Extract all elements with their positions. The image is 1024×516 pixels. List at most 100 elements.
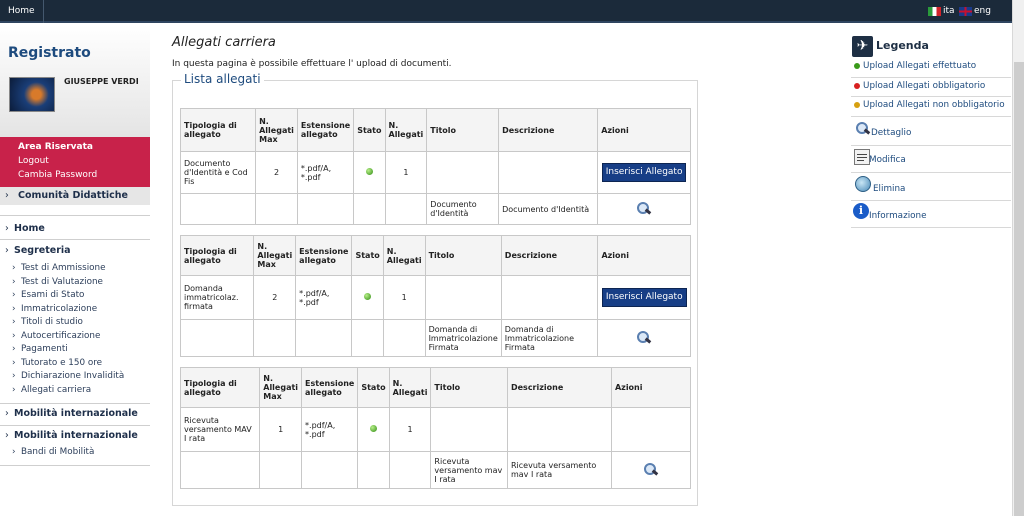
edit-icon	[854, 149, 870, 165]
header-n-allegati: N. Allegati	[382, 235, 426, 276]
header-n-max: N. Allegati Max	[255, 108, 298, 152]
lang-en-label: eng	[974, 6, 991, 16]
table-row-attachment: Domanda di Immatricolazione Firmata Doma…	[179, 319, 691, 357]
magnifier-icon[interactable]	[636, 331, 652, 343]
table-header-row: Tipologia di allegato N. Allegati Max Es…	[179, 367, 692, 408]
legend-title: Legenda	[876, 39, 929, 52]
status-red-icon	[854, 83, 860, 89]
divider	[0, 425, 150, 426]
attachment-descrizione: Ricevuta versamento mav I rata	[506, 451, 612, 489]
sidebar-sub-tutorato[interactable]: › Tutorato e 150 ore	[12, 358, 102, 368]
cell-titolo	[426, 151, 500, 194]
cell-descrizione	[500, 275, 599, 320]
table-row: Domanda immatricolaz. firmata 2 *.pdf/A,…	[179, 275, 691, 320]
lang-it-label: ita	[943, 6, 955, 16]
chevron-right-icon: ›	[5, 430, 9, 441]
cell-n-allegati: 1	[388, 407, 432, 452]
top-bar: Home ita eng	[0, 0, 1012, 23]
cell-n-max: 1	[259, 407, 303, 452]
sidebar-item-comunita[interactable]: › Comunità Didattiche	[0, 187, 150, 205]
magnifier-icon[interactable]	[643, 463, 659, 475]
table-header-row: Tipologia di allegato N. Allegati Max Es…	[179, 235, 691, 276]
cell-n-max: 2	[255, 151, 298, 194]
sidebar-sub-titoli-studio[interactable]: › Titoli di studio	[12, 317, 83, 327]
sidebar-sub-autocertificazione[interactable]: › Autocertificazione	[12, 331, 100, 341]
legend-item-obbligatorio: Upload Allegati obbligatorio	[851, 78, 1011, 97]
header-descrizione: Descrizione	[500, 235, 599, 276]
area-riservata-header[interactable]: Area Riservata	[18, 142, 93, 152]
header-n-allegati: N. Allegati	[384, 108, 428, 152]
header-titolo: Titolo	[426, 108, 500, 152]
header-estensione: Estensione allegato	[296, 108, 355, 152]
status-green-icon	[364, 293, 372, 300]
cell-azioni: Inserisci Allegato	[597, 151, 691, 194]
attachment-table-1: Tipologia di allegato N. Allegati Max Es…	[179, 108, 691, 225]
top-home-link[interactable]: Home	[0, 0, 44, 23]
info-icon: i	[853, 203, 869, 219]
cell-estensione: *.pdf/A, *.pdf	[295, 275, 353, 320]
header-azioni: Azioni	[597, 235, 691, 276]
chevron-right-icon: ›	[5, 245, 9, 256]
divider	[0, 215, 150, 216]
chevron-right-icon: ›	[12, 290, 16, 300]
table-row-attachment: Ricevuta versamento mav I rata Ricevuta …	[179, 451, 692, 489]
cell-titolo	[430, 407, 508, 452]
header-estensione: Estensione allegato	[295, 235, 353, 276]
page-description: In questa pagina è possibile effettuare …	[172, 59, 452, 69]
cell-descrizione	[498, 151, 599, 194]
sidebar-sub-bandi-mobilita[interactable]: › Bandi di Mobilità	[12, 447, 94, 457]
cell-n-allegati: 1	[384, 151, 428, 194]
sidebar-sub-pagamenti[interactable]: › Pagamenti	[12, 344, 68, 354]
cell-descrizione	[506, 407, 612, 452]
insert-attachment-button[interactable]: Inserisci Allegato	[601, 288, 687, 307]
cell-titolo	[424, 275, 502, 320]
table-row: Documento d'Identità e Cod Fis 2 *.pdf/A…	[179, 151, 691, 194]
lang-it-link[interactable]: ita	[928, 6, 955, 16]
attachment-descrizione: Documento d'Identità	[498, 193, 599, 225]
header-estensione: Estensione allegato	[301, 367, 359, 408]
attachment-titolo: Ricevuta versamento mav I rata	[430, 451, 508, 489]
scrollbar-thumb[interactable]	[1014, 62, 1024, 516]
sidebar-title: Registrato	[8, 45, 91, 61]
sidebar-sub-test-valutazione[interactable]: › Test di Valutazione	[12, 277, 103, 287]
divider	[0, 465, 150, 466]
status-green-icon	[854, 63, 860, 69]
sidebar-sub-immatricolazione[interactable]: › Immatricolazione	[12, 304, 97, 314]
sidebar-sub-esami-stato[interactable]: › Esami di Stato	[12, 290, 84, 300]
lang-en-link[interactable]: eng	[959, 6, 991, 16]
chevron-right-icon: ›	[12, 331, 16, 341]
sidebar-sub-invalidita[interactable]: › Dichiarazione Invalidità	[12, 371, 124, 381]
cell-stato	[351, 275, 384, 320]
cell-tipologia: Ricevuta versamento MAV I rata	[179, 407, 261, 452]
vertical-scrollbar[interactable]	[1012, 0, 1024, 516]
attachment-titolo: Domanda di Immatricolazione Firmata	[424, 319, 502, 357]
cell-tipologia: Documento d'Identità e Cod Fis	[179, 151, 257, 194]
insert-attachment-button[interactable]: Inserisci Allegato	[601, 163, 687, 182]
chevron-right-icon: ›	[12, 385, 16, 395]
chevron-right-icon: ›	[12, 344, 16, 354]
status-yellow-icon	[854, 102, 860, 108]
header-descrizione: Descrizione	[498, 108, 599, 152]
italian-flag-icon	[928, 6, 941, 16]
header-stato: Stato	[357, 367, 390, 408]
divider	[0, 239, 150, 240]
attachment-descrizione: Domanda di Immatricolazione Firmata	[500, 319, 599, 357]
sidebar-sub-test-ammissione[interactable]: › Test di Ammissione	[12, 263, 106, 273]
chevron-right-icon: ›	[12, 263, 16, 273]
header-n-allegati: N. Allegati	[388, 367, 432, 408]
sidebar-sub-allegati-carriera[interactable]: › Allegati carriera	[12, 385, 91, 395]
attachment-table-3: Tipologia di allegato N. Allegati Max Es…	[179, 367, 692, 489]
legend-item-non-obbligatorio: Upload Allegati non obbligatorio	[851, 97, 1011, 117]
cell-azioni	[610, 407, 692, 452]
change-password-link[interactable]: Cambia Password	[18, 170, 97, 180]
status-green-icon	[369, 425, 377, 432]
list-title: Lista allegati	[181, 72, 264, 86]
header-azioni: Azioni	[610, 367, 692, 408]
logout-link[interactable]: Logout	[18, 156, 49, 166]
magnifier-icon[interactable]	[636, 202, 652, 214]
english-flag-icon	[959, 6, 972, 16]
header-titolo: Titolo	[430, 367, 508, 408]
legend-item-elimina: Elimina	[851, 173, 1011, 201]
legend-item-dettaglio: Dettaglio	[851, 117, 1011, 146]
chevron-right-icon: ›	[5, 408, 9, 419]
